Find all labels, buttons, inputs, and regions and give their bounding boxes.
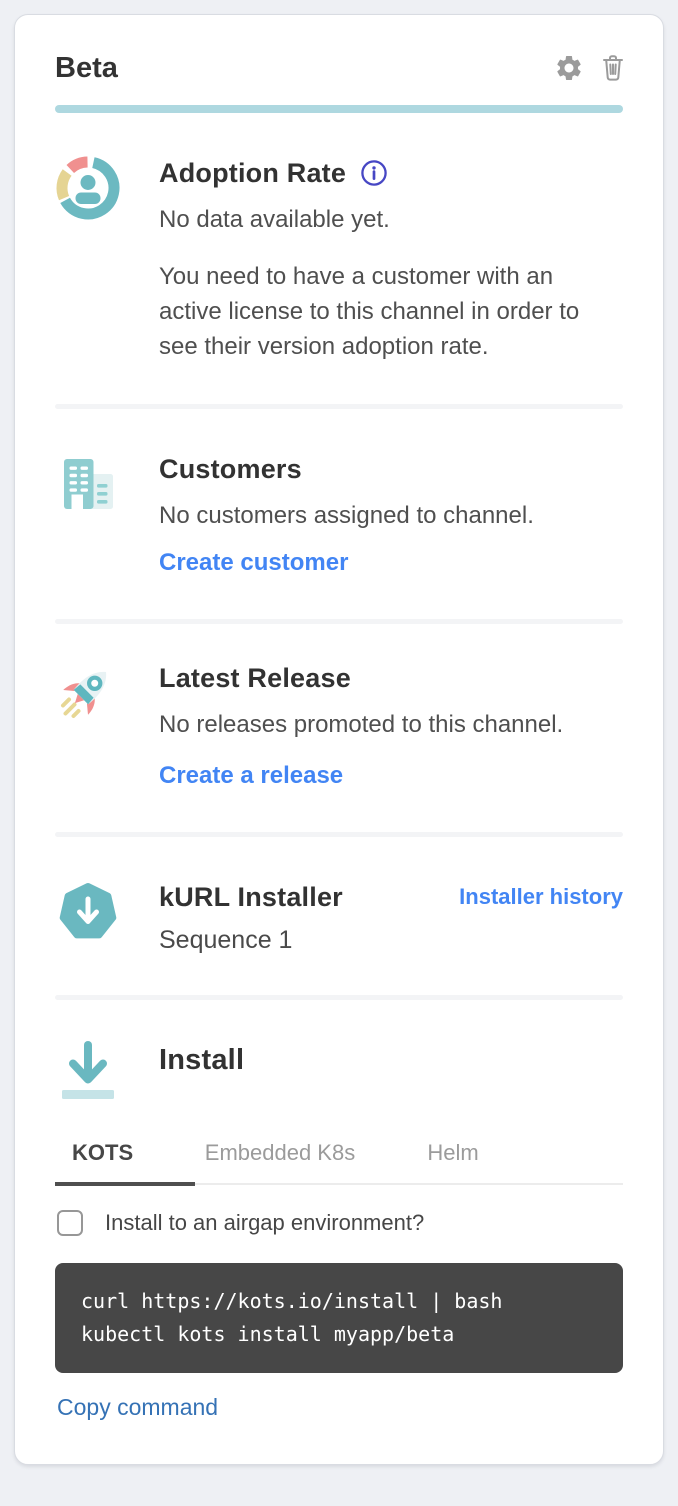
kurl-installer-title: kURL Installer xyxy=(159,881,343,913)
install-command-block: curl https://kots.io/install | bash kube… xyxy=(55,1263,623,1373)
header-actions xyxy=(554,53,627,83)
install-title: Install xyxy=(159,1044,623,1076)
command-line: curl https://kots.io/install | bash xyxy=(81,1285,597,1318)
airgap-checkbox[interactable] xyxy=(57,1210,83,1236)
airgap-label: Install to an airgap environment? xyxy=(105,1209,424,1237)
gear-icon xyxy=(554,71,584,86)
install-section: Install xyxy=(15,1000,663,1112)
card-header: Beta xyxy=(15,15,663,85)
channel-accent-bar xyxy=(55,105,623,113)
tab-kots[interactable]: KOTS xyxy=(55,1140,195,1186)
latest-release-title: Latest Release xyxy=(159,662,623,694)
command-line: kubectl kots install myapp/beta xyxy=(81,1318,597,1351)
channel-card: Beta xyxy=(14,14,664,1465)
latest-release-section: Latest Release No releases promoted to t… xyxy=(15,624,663,792)
create-customer-link[interactable]: Create customer xyxy=(159,547,348,579)
latest-release-empty-message: No releases promoted to this channel. xyxy=(159,710,623,740)
kurl-installer-section: kURL Installer Installer history Sequenc… xyxy=(15,837,663,955)
channel-title: Beta xyxy=(55,51,118,85)
installer-history-link[interactable]: Installer history xyxy=(459,882,623,912)
install-tabs: KOTS Embedded K8s Helm xyxy=(55,1140,623,1185)
channel-settings-button[interactable] xyxy=(554,53,584,83)
customers-title: Customers xyxy=(159,453,623,485)
channel-delete-button[interactable] xyxy=(599,53,627,83)
installer-sequence: Sequence 1 xyxy=(159,925,623,955)
buildings-icon xyxy=(55,451,121,579)
customers-section: Customers No customers assigned to chann… xyxy=(15,409,663,579)
rocket-icon xyxy=(55,660,121,792)
trash-icon xyxy=(599,71,627,86)
tab-embedded-k8s[interactable]: Embedded K8s xyxy=(195,1140,365,1183)
copy-command-link[interactable]: Copy command xyxy=(57,1393,218,1421)
adoption-description: You need to have a customer with an acti… xyxy=(159,259,621,364)
kurl-heptagon-download-icon xyxy=(55,879,121,955)
create-release-link[interactable]: Create a release xyxy=(159,760,343,792)
download-arrow-icon xyxy=(55,1038,121,1112)
adoption-rate-title: Adoption Rate xyxy=(159,157,346,189)
tab-helm[interactable]: Helm xyxy=(365,1140,541,1183)
adoption-rate-section: Adoption Rate No data available yet. You… xyxy=(15,113,663,364)
airgap-option-row: Install to an airgap environment? xyxy=(55,1209,623,1237)
adoption-rate-icon xyxy=(55,155,121,364)
info-icon[interactable] xyxy=(360,159,388,187)
adoption-empty-message: No data available yet. xyxy=(159,205,623,235)
customers-empty-message: No customers assigned to channel. xyxy=(159,501,623,531)
